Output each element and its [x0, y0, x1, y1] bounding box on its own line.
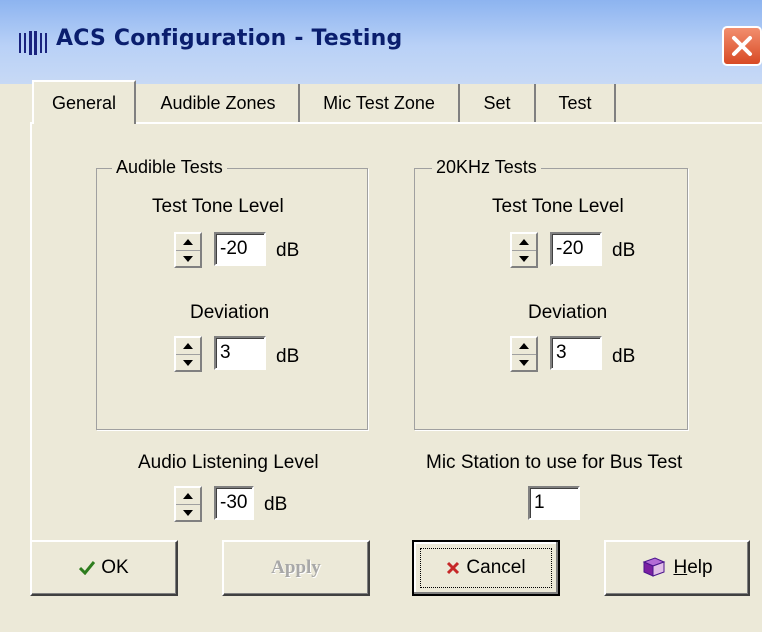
tab-label: General	[51, 92, 117, 113]
tab-mic-test-zone[interactable]: Mic Test Zone	[300, 84, 460, 122]
close-icon	[732, 36, 752, 56]
tab-label: Mic Test Zone	[323, 92, 435, 113]
title-bar[interactable]: ACS Configuration - Testing	[0, 0, 762, 84]
tab-label: Audible Zones	[160, 92, 276, 113]
tab-audible-zones[interactable]: Audible Zones	[138, 84, 300, 122]
tab-test[interactable]: Test	[536, 84, 616, 122]
acs-logo-icon	[19, 31, 47, 55]
window-title: ACS Configuration - Testing	[56, 26, 403, 51]
tab-panel-general	[30, 122, 762, 584]
tab-label: Set	[483, 92, 511, 113]
tab-label: Test	[558, 92, 592, 113]
tab-set[interactable]: Set	[460, 84, 536, 122]
close-button[interactable]	[722, 26, 762, 66]
tab-general[interactable]: General	[32, 80, 136, 124]
